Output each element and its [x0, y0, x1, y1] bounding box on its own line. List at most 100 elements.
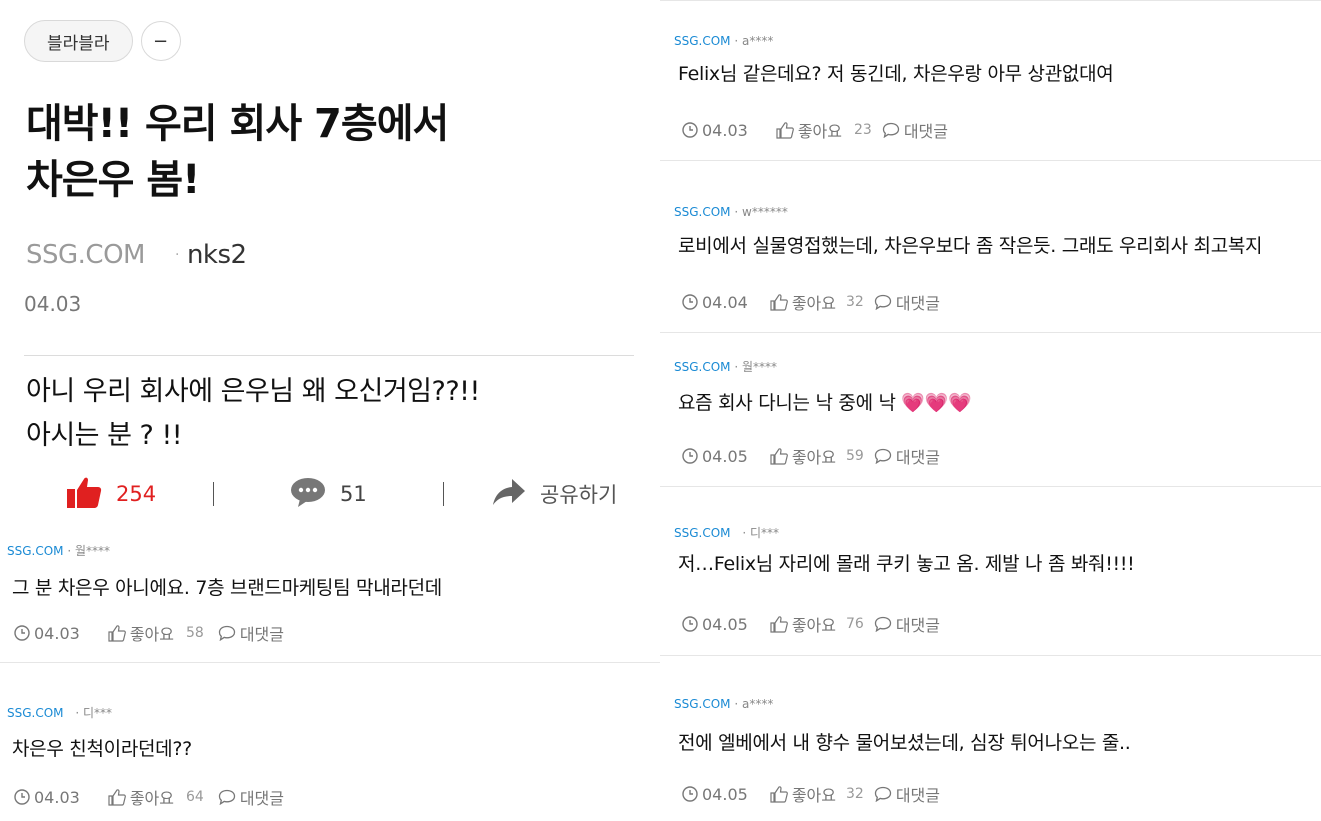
comment-reply-label: 대댓글 [895, 448, 940, 467]
comment-header: SSG.COM · w****** [674, 205, 788, 219]
comment-reply-button[interactable]: 대댓글 [882, 118, 948, 142]
comment-header: SSG.COM · 월**** [674, 358, 777, 375]
comment-like-button[interactable]: 좋아요 58 [108, 621, 204, 645]
comment-footer: 04.05 좋아요 59 대댓글 [682, 444, 940, 468]
comments-button[interactable]: 51 [290, 470, 367, 518]
comment-text: 차은우 친척이라던데?? [12, 738, 192, 760]
comment-reply-button[interactable]: 대댓글 [874, 612, 940, 636]
like-button[interactable]: 254 [66, 470, 156, 518]
meta-dot: · [67, 544, 72, 558]
comment-like-label: 좋아요 [791, 448, 836, 467]
clock-icon [682, 616, 698, 632]
comment-reply-label: 대댓글 [239, 625, 284, 644]
comment-text: 전에 엘베에서 내 향수 물어보셨는데, 심장 튀어나오는 줄.. [678, 732, 1131, 754]
comment-author: 월**** [742, 360, 778, 374]
meta-dot: · [734, 34, 739, 48]
comment-header: SSG.COM · 디*** [7, 704, 112, 721]
comment-header: SSG.COM · a**** [674, 697, 773, 711]
thumbs-up-icon [66, 475, 102, 514]
comment-text: Felix님 같은데요? 저 동긴데, 차은우랑 아무 상관없대여 [678, 63, 1114, 85]
comment-reply-label: 대댓글 [239, 789, 284, 808]
meta-dot: · [734, 360, 739, 374]
post-author[interactable]: nks2 [187, 240, 247, 270]
meta-dot: · [742, 526, 747, 540]
speech-bubble-outline-icon [882, 122, 899, 138]
share-button[interactable]: 공유하기 [492, 470, 617, 518]
comment-like-count: 32 [845, 294, 864, 310]
thumbs-up-outline-icon [770, 447, 788, 465]
comment-reply-label: 대댓글 [895, 786, 940, 805]
comment-date: 04.04 [682, 293, 748, 312]
speech-bubble-outline-icon [218, 625, 235, 641]
collapse-button[interactable]: − [140, 21, 181, 61]
action-separator [443, 482, 444, 506]
comment-date: 04.05 [682, 447, 748, 466]
comment-like-button[interactable]: 좋아요 76 [770, 612, 864, 636]
comment-like-count: 59 [845, 448, 864, 464]
comment-like-label: 좋아요 [791, 786, 836, 805]
tag-row: 블라블라 − [24, 20, 181, 62]
clock-icon [682, 786, 698, 802]
thumbs-up-outline-icon [770, 293, 788, 311]
comment-divider [660, 160, 1321, 161]
comment-header: SSG.COM · a**** [674, 34, 773, 48]
comment-footer: 04.05 좋아요 76 대댓글 [682, 612, 940, 636]
comment-date: 04.05 [682, 615, 748, 634]
comment-source: SSG.COM [674, 34, 731, 48]
clock-icon [14, 625, 30, 641]
comment-reply-button[interactable]: 대댓글 [218, 785, 284, 809]
comment-like-label: 좋아요 [791, 616, 836, 635]
meta-dot: · [75, 706, 80, 720]
divider [24, 355, 634, 356]
comment-like-button[interactable]: 좋아요 23 [776, 118, 872, 142]
post-title: 대박!! 우리 회사 7층에서 차은우 봄! [26, 96, 626, 208]
comment-divider [660, 332, 1321, 333]
comment-reply-button[interactable]: 대댓글 [218, 621, 284, 645]
comment-reply-button[interactable]: 대댓글 [874, 444, 940, 468]
comment-divider [660, 486, 1321, 487]
comment-date-text: 04.03 [34, 787, 80, 807]
post-column: 블라블라 − 대박!! 우리 회사 7층에서 차은우 봄! SSG.COM · … [0, 0, 660, 821]
meta-dot: · [734, 205, 739, 219]
comment-source: SSG.COM [674, 526, 731, 540]
comment-date: 04.03 [14, 788, 80, 807]
comment-date-text: 04.05 [702, 784, 748, 804]
comment-like-count: 32 [845, 786, 864, 802]
comment-text: 저…Felix님 자리에 몰래 쿠키 놓고 옴. 제발 나 좀 봐줘!!!! [678, 553, 1135, 575]
comment-footer: 04.03 좋아요 64 대댓글 [14, 785, 284, 809]
comment-reply-label: 대댓글 [895, 294, 940, 313]
comment-like-label: 좋아요 [129, 789, 174, 808]
post-title-line1: 대박!! 우리 회사 7층에서 [26, 101, 449, 147]
board-tag[interactable]: 블라블라 [24, 20, 133, 62]
post-body: 아니 우리 회사에 은우님 왜 오신거임??!! 아시는 분 ? !! [26, 370, 626, 458]
clock-icon [682, 294, 698, 310]
meta-dot: · [734, 697, 739, 711]
comment-like-label: 좋아요 [797, 122, 842, 141]
comment-count: 51 [340, 482, 367, 506]
comment-like-button[interactable]: 좋아요 32 [770, 290, 864, 314]
comment-reply-button[interactable]: 대댓글 [874, 782, 940, 806]
comment-like-button[interactable]: 좋아요 64 [108, 785, 204, 809]
thumbs-up-outline-icon [770, 615, 788, 633]
comment-date: 04.05 [682, 785, 748, 804]
comment-like-button[interactable]: 좋아요 59 [770, 444, 864, 468]
comment-author: a**** [742, 697, 774, 711]
comment-header: SSG.COM · 월**** [7, 542, 110, 559]
comment-like-count: 64 [185, 789, 204, 805]
thumbs-up-outline-icon [770, 785, 788, 803]
comment-header: SSG.COM · 디*** [674, 524, 779, 541]
comment-reply-label: 대댓글 [895, 616, 940, 635]
comment-reply-button[interactable]: 대댓글 [874, 290, 940, 314]
post-meta: SSG.COM · nks2 [26, 240, 247, 270]
share-label: 공유하기 [540, 483, 618, 507]
comment-like-button[interactable]: 좋아요 32 [770, 782, 864, 806]
comment-divider [660, 0, 1321, 1]
comment-text: 그 분 차은우 아니에요. 7층 브랜드마케팅팀 막내라던데 [12, 577, 442, 599]
comments-column: SSG.COM · a**** Felix님 같은데요? 저 동긴데, 차은우랑… [660, 0, 1321, 821]
comment-like-count: 58 [185, 625, 204, 641]
comment-footer: 04.05 좋아요 32 대댓글 [682, 782, 940, 806]
speech-bubble-icon [290, 476, 326, 513]
speech-bubble-outline-icon [874, 294, 891, 310]
clock-icon [682, 448, 698, 464]
comment-like-count: 76 [845, 616, 864, 632]
